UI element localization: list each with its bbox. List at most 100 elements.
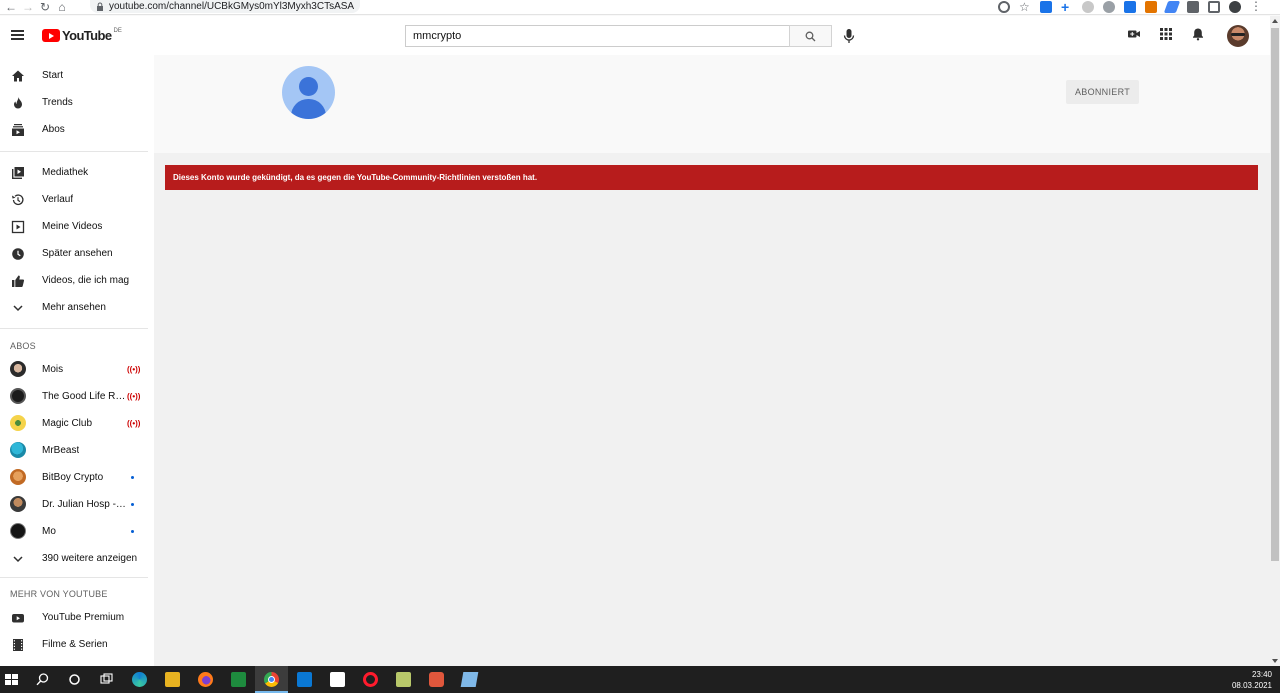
extension-plus-icon[interactable]: + — [1061, 0, 1073, 14]
sidebar-item-label: Später ansehen — [42, 248, 113, 259]
windows-start-icon[interactable] — [4, 672, 19, 687]
forward-icon[interactable]: → — [22, 1, 34, 13]
sidebar-item-label: YouTube Premium — [42, 612, 125, 623]
sidebar-item-abos[interactable]: Abos — [0, 116, 154, 143]
subscription-label: MrBeast — [42, 445, 80, 456]
subscription-item[interactable]: Mois ((•)) — [0, 356, 154, 383]
youtube-logo[interactable]: YouTube DE — [42, 28, 122, 43]
mail-icon[interactable] — [297, 672, 312, 687]
sidebar-item-label: Start — [42, 70, 64, 81]
star-icon[interactable]: ☆ — [1019, 1, 1031, 13]
search-box — [405, 25, 790, 47]
browser-toolbar: ← → ↻ ⌂ youtube.com/channel/UCBkGMys0mYl… — [0, 0, 1280, 15]
account-terminated-alert: Dieses Konto wurde gekündigt, da es gege… — [165, 165, 1258, 190]
subscription-label: BitBoy Crypto — [42, 472, 104, 483]
sidebar-item-mehr-ansehen[interactable]: Mehr ansehen — [0, 294, 154, 321]
sidebar-item-label: Verlauf — [42, 194, 74, 205]
firefox-icon[interactable] — [198, 672, 213, 687]
account-avatar[interactable] — [1227, 25, 1249, 47]
more-from-youtube-heading: MEHR VON YOUTUBE — [10, 589, 108, 599]
search-button[interactable] — [789, 25, 832, 47]
subscriptions-heading: ABOS — [10, 341, 36, 351]
edge-icon[interactable] — [132, 672, 147, 687]
reading-list-icon[interactable] — [1208, 1, 1220, 13]
windows-taskbar: 23:40 08.03.2021 — [0, 666, 1280, 693]
my-videos-icon — [11, 220, 25, 233]
profile-icon[interactable] — [1229, 1, 1241, 13]
page-scrollbar[interactable] — [1270, 16, 1280, 666]
thumbs-up-icon — [12, 275, 25, 287]
sidebar-divider — [0, 328, 148, 329]
search-input[interactable] — [413, 30, 789, 42]
clock-date: 08.03.2021 — [1231, 681, 1272, 690]
notifications-bell-icon[interactable] — [1191, 27, 1205, 41]
channel-avatar — [10, 361, 26, 377]
subscription-item[interactable]: BitBoy Crypto — [0, 464, 154, 491]
subscription-item[interactable]: Mo — [0, 518, 154, 545]
opera-icon[interactable] — [363, 672, 378, 687]
microphone-icon[interactable] — [843, 28, 855, 44]
app-blue-icon[interactable] — [460, 672, 479, 687]
extensions-puzzle-icon[interactable] — [1187, 1, 1199, 13]
channel-header: ABONNIERT — [154, 55, 1270, 153]
task-view-icon[interactable] — [99, 672, 114, 687]
scroll-down-arrow-icon[interactable] — [1272, 659, 1278, 663]
subscription-item[interactable]: The Good Life Radio ((•)) — [0, 383, 154, 410]
subscribed-button[interactable]: ABONNIERT — [1066, 80, 1139, 104]
sidebar-item-trends[interactable]: Trends — [0, 89, 154, 116]
google-lens-icon[interactable] — [998, 1, 1010, 13]
sidebar-item-start[interactable]: Start — [0, 62, 154, 89]
sidebar-item-mediathek[interactable]: Mediathek — [0, 159, 154, 186]
search-icon[interactable] — [35, 672, 50, 687]
sidebar-item-filme-serien[interactable]: Filme & Serien — [0, 631, 154, 658]
store-icon[interactable] — [330, 672, 345, 687]
sidebar-item-label: Mehr ansehen — [42, 302, 106, 313]
app-green-icon[interactable] — [231, 672, 246, 687]
address-bar[interactable]: youtube.com/channel/UCBkGMys0mYl3Myxh3CT… — [90, 0, 361, 13]
url-text: youtube.com/channel/UCBkGMys0mYl3Myxh3CT… — [109, 1, 355, 12]
extension-badge-icon[interactable] — [1103, 1, 1115, 13]
youtube-logo-text: YouTube — [62, 28, 112, 43]
home-browser-icon[interactable]: ⌂ — [56, 1, 68, 13]
film-icon — [13, 638, 23, 651]
menu-dots-icon[interactable]: ⋮ — [1250, 0, 1262, 13]
sidebar-item-spaeter-ansehen[interactable]: Später ansehen — [0, 240, 154, 267]
scroll-up-arrow-icon[interactable] — [1272, 19, 1278, 23]
system-clock[interactable]: 23:40 08.03.2021 — [1232, 669, 1272, 691]
apps-grid-icon[interactable] — [1159, 27, 1173, 41]
file-explorer-icon[interactable] — [165, 672, 180, 687]
sidebar-item-label: Videos, die ich mag — [42, 275, 130, 286]
chrome-icon[interactable] — [264, 672, 279, 687]
channel-avatar — [10, 523, 26, 539]
live-icon: ((•)) — [127, 419, 141, 428]
sidebar-item-videos-ich-mag[interactable]: Videos, die ich mag — [0, 267, 154, 294]
new-content-dot — [131, 503, 134, 506]
sidebar-item-youtube-premium[interactable]: YouTube Premium — [0, 604, 154, 631]
subscription-item[interactable]: Magic Club ((•)) — [0, 410, 154, 437]
back-icon[interactable]: ← — [5, 1, 17, 13]
sidebar-item-label: Meine Videos — [42, 221, 103, 232]
sidebar-item-meine-videos[interactable]: Meine Videos — [0, 213, 154, 240]
sidebar-item-label: Abos — [42, 124, 65, 135]
new-content-dot — [131, 476, 134, 479]
extension-arrow-icon[interactable] — [1163, 1, 1181, 13]
menu-icon[interactable] — [11, 30, 24, 40]
extension-orange-icon[interactable] — [1145, 1, 1157, 13]
subscription-item[interactable]: MrBeast — [0, 437, 154, 464]
cortana-icon[interactable] — [67, 672, 82, 687]
extension-blue-icon[interactable] — [1124, 1, 1136, 13]
extension-gray-icon[interactable] — [1082, 1, 1094, 13]
youtube-logo-icon — [42, 29, 60, 42]
extension-p-icon[interactable] — [1040, 1, 1052, 13]
subscription-item[interactable]: Dr. Julian Hosp - Bitcoin — [0, 491, 154, 518]
reload-icon[interactable]: ↻ — [39, 1, 51, 13]
scrollbar-thumb[interactable] — [1271, 28, 1279, 561]
sidebar-item-verlauf[interactable]: Verlauf — [0, 186, 154, 213]
clock-time: 23:40 — [1251, 670, 1272, 679]
show-more-subscriptions[interactable]: 390 weitere anzeigen — [0, 545, 154, 572]
app-orange-icon[interactable] — [429, 672, 444, 687]
subscription-label: The Good Life Radio — [42, 391, 128, 402]
history-icon — [12, 193, 24, 205]
app-notes-icon[interactable] — [396, 672, 411, 687]
create-video-icon[interactable] — [1127, 27, 1141, 41]
